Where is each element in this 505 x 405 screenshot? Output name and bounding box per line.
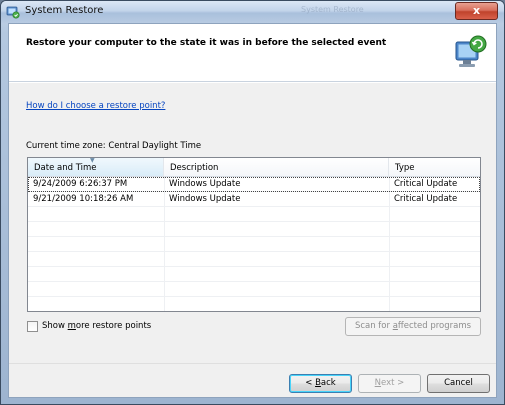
- cell-type: Critical Update: [394, 179, 458, 189]
- empty-row: [28, 252, 480, 267]
- system-restore-window: System Restore System Restore x Restore …: [0, 0, 505, 405]
- dialog-client: Restore your computer to the state it wa…: [8, 23, 497, 398]
- back-button[interactable]: < Back: [289, 374, 352, 393]
- table-row[interactable]: 9/21/2009 10:18:26 AM Windows Update Cri…: [28, 192, 480, 207]
- next-button[interactable]: Next >: [358, 374, 421, 393]
- show-more-label[interactable]: Show more restore points: [42, 321, 151, 331]
- show-more-checkbox[interactable]: [27, 321, 38, 332]
- label-text: ore restore points: [75, 321, 152, 331]
- cell-date: 9/21/2009 10:18:26 AM: [33, 194, 134, 204]
- cell-description: Windows Update: [169, 179, 241, 189]
- window-title: System Restore: [25, 5, 104, 16]
- table-row[interactable]: 9/24/2009 6:26:37 PM Windows Update Crit…: [28, 177, 480, 192]
- column-label: Date and Time: [34, 163, 97, 173]
- content-area: How do I choose a restore point? Current…: [9, 83, 496, 363]
- label-text: ack: [320, 378, 336, 388]
- scan-affected-programs-button[interactable]: Scan for affected programs: [345, 317, 481, 336]
- system-restore-app-icon: [6, 6, 20, 19]
- restore-point-list[interactable]: ▼ Date and Time Description Type 9/24/20…: [27, 157, 481, 312]
- accelerator-key: m: [67, 321, 76, 331]
- label-text: Scan for: [354, 321, 393, 331]
- timezone-label: Current time zone: Central Daylight Time: [26, 141, 202, 151]
- column-type[interactable]: Type: [389, 158, 480, 177]
- close-icon: x: [472, 4, 481, 17]
- footer-bar: < Back Next > Cancel: [9, 363, 496, 397]
- label-text: ext >: [381, 378, 405, 388]
- empty-row: [28, 267, 480, 282]
- empty-row: [28, 237, 480, 252]
- empty-row: [28, 222, 480, 237]
- empty-row: [28, 282, 480, 297]
- cell-date: 9/24/2009 6:26:37 PM: [33, 179, 128, 189]
- empty-row: [28, 207, 480, 222]
- column-date-time[interactable]: ▼ Date and Time: [28, 158, 164, 177]
- label-text: ffected programs: [397, 321, 472, 331]
- column-label: Description: [170, 163, 219, 173]
- label-text: Show: [42, 321, 68, 331]
- sort-arrow-icon: ▼: [90, 157, 95, 164]
- system-restore-icon: [455, 35, 487, 67]
- cell-description: Windows Update: [169, 194, 241, 204]
- column-description[interactable]: Description: [164, 158, 389, 177]
- help-link[interactable]: How do I choose a restore point?: [26, 101, 165, 111]
- title-bar[interactable]: System Restore System Restore x: [1, 1, 504, 23]
- cell-type: Critical Update: [394, 194, 458, 204]
- header-area: Restore your computer to the state it wa…: [9, 24, 496, 82]
- label-text: <: [305, 378, 316, 388]
- background-window-title: System Restore: [301, 5, 364, 14]
- cancel-button[interactable]: Cancel: [427, 374, 490, 393]
- close-button[interactable]: x: [455, 2, 498, 20]
- page-heading: Restore your computer to the state it wa…: [26, 38, 387, 48]
- column-label: Type: [395, 163, 415, 173]
